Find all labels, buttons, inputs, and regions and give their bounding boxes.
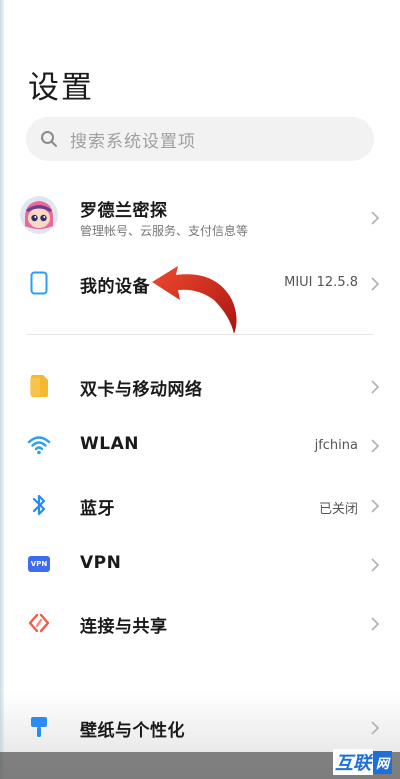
sim-card-icon <box>26 373 52 399</box>
connection-sharing-label: 连接与共享 <box>80 617 168 637</box>
sim-network-label: 双卡与移动网络 <box>80 380 203 400</box>
search-icon <box>40 130 58 148</box>
wlan-network-name: jfchina <box>314 438 358 453</box>
red-arrow-annotation <box>150 264 250 336</box>
chevron-right-icon <box>370 276 380 292</box>
vpn-row[interactable]: VPN VPN <box>0 551 400 579</box>
vpn-icon: VPN <box>26 551 52 577</box>
chevron-right-icon <box>370 210 380 226</box>
chevron-right-icon <box>370 379 380 395</box>
chevron-right-icon <box>370 557 380 573</box>
section-divider <box>26 334 374 335</box>
bluetooth-icon <box>26 492 52 518</box>
connection-sharing-row[interactable]: 连接与共享 <box>0 610 400 638</box>
wlan-label: WLAN <box>80 434 139 454</box>
vpn-label: VPN <box>80 553 122 573</box>
chevron-right-icon <box>370 616 380 632</box>
account-subtitle: 管理帐号、云服务、支付信息等 <box>80 224 249 238</box>
chevron-right-icon <box>370 438 380 454</box>
bluetooth-status: 已关闭 <box>318 502 358 517</box>
miui-version: MIUI 12.5.8 <box>284 275 358 290</box>
brush-icon <box>26 714 52 740</box>
wifi-icon <box>26 432 52 458</box>
watermark-main-text: 互联 <box>332 749 373 775</box>
watermark-box-text: 网 <box>372 750 392 774</box>
chevron-right-icon <box>370 720 380 736</box>
wallpaper-personalization-label: 壁纸与个性化 <box>80 721 185 741</box>
vpn-badge-text: VPN <box>28 556 50 572</box>
chevron-right-icon <box>370 498 380 514</box>
sim-network-row[interactable]: 双卡与移动网络 <box>0 373 400 401</box>
wallpaper-personalization-row[interactable]: 壁纸与个性化 <box>0 714 400 742</box>
account-row[interactable]: 罗德兰密探 <box>0 196 400 225</box>
search-bar[interactable]: 搜索系统设置项 <box>26 117 374 161</box>
wlan-row[interactable]: WLAN jfchina <box>0 432 400 460</box>
page-title: 设置 <box>28 70 94 106</box>
my-device-label: 我的设备 <box>80 277 150 297</box>
watermark-logo: 互联 网 <box>332 749 392 775</box>
phone-outline-icon <box>26 270 52 296</box>
bluetooth-label: 蓝牙 <box>80 499 115 519</box>
search-placeholder: 搜索系统设置项 <box>70 131 196 152</box>
bluetooth-row[interactable]: 蓝牙 已关闭 <box>0 492 400 520</box>
account-name: 罗德兰密探 <box>80 201 168 221</box>
share-link-icon <box>26 610 52 636</box>
